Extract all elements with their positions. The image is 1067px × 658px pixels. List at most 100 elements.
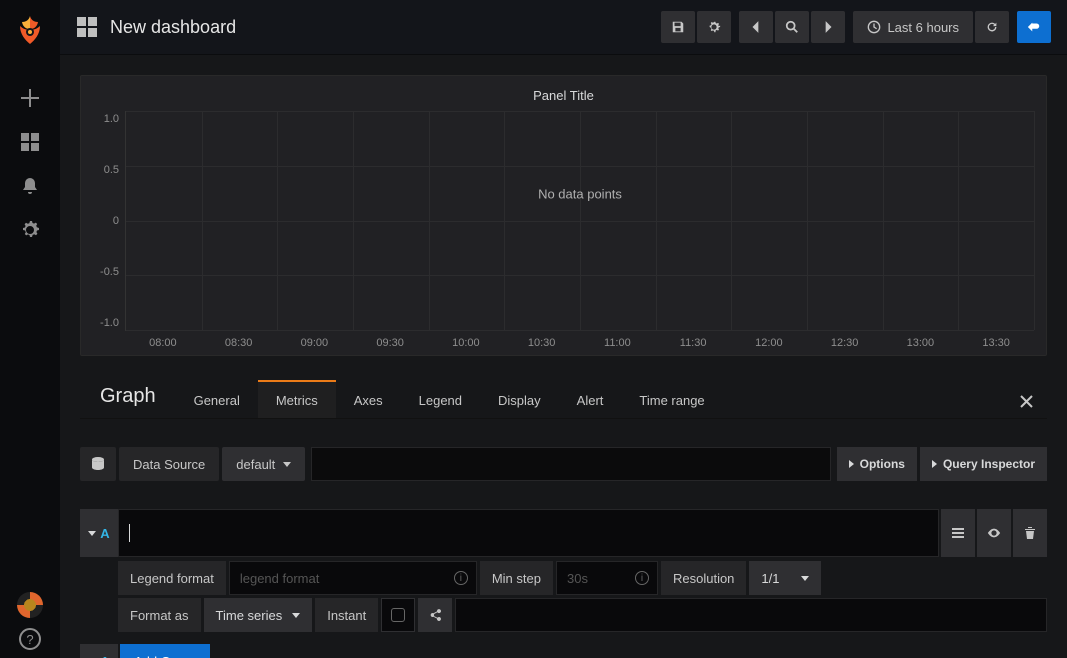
- chart-area[interactable]: 1.0 0.5 0 -0.5 -1.0 No data points: [93, 111, 1034, 331]
- add-query-toggle[interactable]: A: [80, 644, 118, 658]
- placeholder-text: 30s: [567, 571, 588, 586]
- panel-editor-tabs: Graph General Metrics Axes Legend Displa…: [80, 380, 1047, 419]
- x-tick: 09:30: [352, 337, 428, 349]
- alerting-bell-icon[interactable]: [0, 164, 60, 208]
- query-menu-icon[interactable]: [941, 509, 975, 557]
- share-link-icon[interactable]: [418, 598, 452, 632]
- caret-right-icon: [932, 460, 937, 468]
- close-editor-icon[interactable]: [1006, 385, 1047, 418]
- x-axis: 08:00 08:30 09:00 09:30 10:00 10:30 11:0…: [125, 331, 1034, 349]
- x-tick: 12:30: [807, 337, 883, 349]
- tab-legend[interactable]: Legend: [401, 382, 480, 418]
- x-tick: 13:00: [883, 337, 959, 349]
- save-button[interactable]: [661, 11, 695, 43]
- panel-type-label[interactable]: Graph: [80, 385, 176, 418]
- query-delete-icon[interactable]: [1013, 509, 1047, 557]
- datasource-select[interactable]: default: [222, 447, 305, 481]
- panel-title[interactable]: Panel Title: [93, 84, 1034, 111]
- empty-field: [455, 598, 1047, 632]
- info-icon[interactable]: i: [635, 571, 649, 585]
- inspector-label: Query Inspector: [943, 457, 1035, 471]
- y-tick: -1.0: [93, 317, 119, 329]
- time-forward-button[interactable]: [811, 11, 845, 43]
- datasource-bar: Data Source default Options Query Inspec…: [80, 447, 1047, 481]
- datasource-selected: default: [236, 457, 275, 472]
- create-icon[interactable]: [0, 76, 60, 120]
- tab-display[interactable]: Display: [480, 382, 559, 418]
- resolution-select[interactable]: 1/1: [749, 561, 821, 595]
- x-tick: 13:30: [958, 337, 1034, 349]
- x-tick: 08:00: [125, 337, 201, 349]
- help-icon[interactable]: ?: [19, 628, 41, 650]
- y-tick: 0.5: [93, 164, 119, 176]
- query-options-button[interactable]: Options: [837, 447, 917, 481]
- legend-format-label: Legend format: [118, 561, 226, 595]
- info-icon[interactable]: i: [454, 571, 468, 585]
- y-axis: 1.0 0.5 0 -0.5 -1.0: [93, 111, 125, 331]
- query-letter: A: [100, 526, 109, 541]
- query-letter: A: [100, 654, 109, 658]
- x-tick: 10:30: [504, 337, 580, 349]
- instant-label: Instant: [315, 598, 378, 632]
- zoom-out-button[interactable]: [775, 11, 809, 43]
- dashboards-icon[interactable]: [0, 120, 60, 164]
- format-as-value: Time series: [216, 608, 283, 623]
- add-query-button[interactable]: Add Query: [120, 644, 210, 658]
- placeholder-text: legend format: [240, 571, 320, 586]
- legend-format-input[interactable]: legend format i: [229, 561, 477, 595]
- tab-axes[interactable]: Axes: [336, 382, 401, 418]
- add-query-label: Add Query: [134, 654, 196, 658]
- refresh-button[interactable]: [975, 11, 1009, 43]
- time-range-picker[interactable]: Last 6 hours: [853, 11, 973, 43]
- time-back-button[interactable]: [739, 11, 773, 43]
- settings-button[interactable]: [697, 11, 731, 43]
- y-tick: 0: [93, 215, 119, 227]
- graph-panel: Panel Title 1.0 0.5 0 -0.5 -1.0: [80, 75, 1047, 356]
- query-toggle-visibility-icon[interactable]: [977, 509, 1011, 557]
- x-tick: 09:00: [277, 337, 353, 349]
- tab-general[interactable]: General: [176, 382, 258, 418]
- dashboard-grid-icon: [76, 16, 98, 38]
- sidebar: ?: [0, 0, 60, 658]
- query-row: A Legend format legend format: [80, 509, 1047, 632]
- y-tick: -0.5: [93, 266, 119, 278]
- tab-time-range[interactable]: Time range: [621, 382, 722, 418]
- no-data-message: No data points: [538, 187, 622, 202]
- query-toggle[interactable]: A: [80, 509, 118, 557]
- configuration-gear-icon[interactable]: [0, 208, 60, 252]
- query-inspector-button[interactable]: Query Inspector: [920, 447, 1047, 481]
- min-step-label: Min step: [480, 561, 553, 595]
- caret-right-icon: [849, 460, 854, 468]
- x-tick: 10:00: [428, 337, 504, 349]
- x-tick: 08:30: [201, 337, 277, 349]
- x-tick: 12:00: [731, 337, 807, 349]
- tab-alert[interactable]: Alert: [559, 382, 622, 418]
- dashboard-title[interactable]: New dashboard: [110, 17, 236, 38]
- y-tick: 1.0: [93, 113, 119, 125]
- time-range-label: Last 6 hours: [887, 20, 959, 35]
- datasource-hint-input[interactable]: [311, 447, 830, 481]
- user-avatar[interactable]: [17, 592, 43, 618]
- format-as-label: Format as: [118, 598, 201, 632]
- add-query-row: A Add Query: [80, 644, 1047, 658]
- plot-area[interactable]: No data points: [125, 111, 1034, 331]
- tab-metrics[interactable]: Metrics: [258, 380, 336, 418]
- grafana-logo-icon[interactable]: [14, 14, 46, 46]
- datasource-label: Data Source: [119, 447, 219, 481]
- format-as-select[interactable]: Time series: [204, 598, 313, 632]
- datasource-icon: [80, 447, 116, 481]
- resolution-label: Resolution: [661, 561, 746, 595]
- instant-checkbox[interactable]: [381, 598, 415, 632]
- resolution-value: 1/1: [761, 571, 779, 586]
- chevron-down-icon: [292, 613, 300, 618]
- main-content: Panel Title 1.0 0.5 0 -0.5 -1.0: [60, 55, 1067, 658]
- chevron-down-icon: [88, 531, 96, 536]
- options-label: Options: [860, 457, 905, 471]
- chevron-down-icon: [801, 576, 809, 581]
- query-expression-input[interactable]: [118, 509, 939, 557]
- topbar: New dashboard Last 6 hours: [60, 0, 1067, 55]
- text-cursor: [129, 524, 130, 542]
- x-tick: 11:00: [580, 337, 656, 349]
- back-button[interactable]: [1017, 11, 1051, 43]
- min-step-input[interactable]: 30s i: [556, 561, 658, 595]
